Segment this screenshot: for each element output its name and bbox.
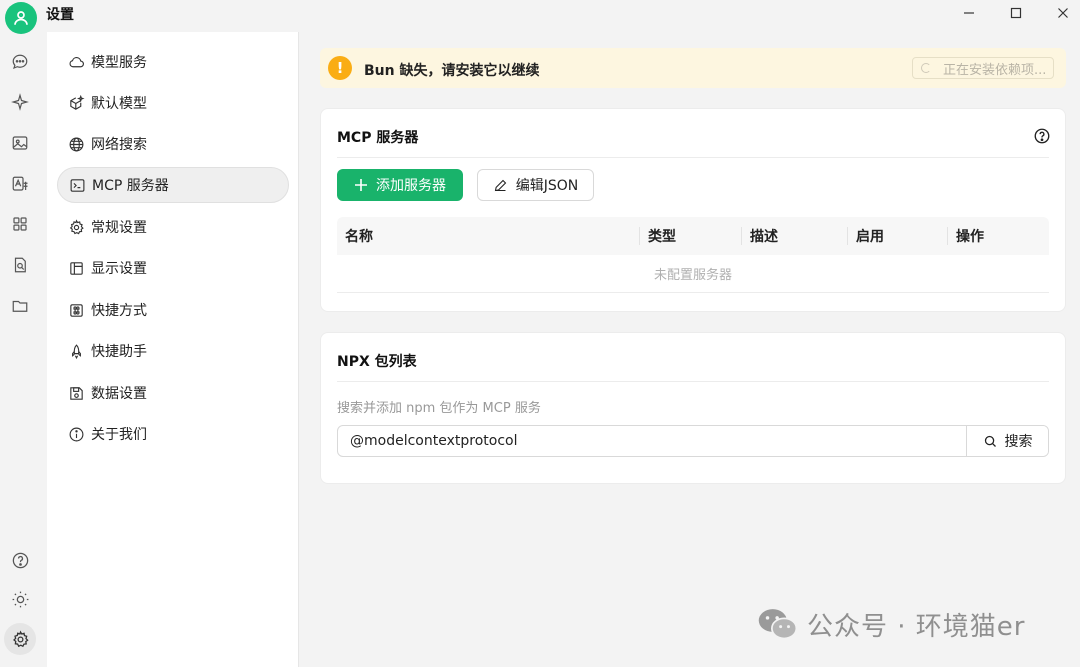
layout-icon	[67, 259, 85, 277]
servers-table-header: 名称 类型 描述 启用 操作	[337, 217, 1049, 255]
sun-icon	[11, 590, 30, 609]
minimize-button[interactable]	[946, 0, 992, 26]
user-icon	[12, 9, 30, 27]
info-icon	[67, 425, 85, 443]
nav-item-default-model[interactable]: 默认模型	[57, 85, 289, 121]
watermark: 公众号 · 环境猫er	[757, 604, 1025, 644]
search-icon	[983, 434, 998, 449]
nav-item-model-service[interactable]: 模型服务	[57, 44, 289, 80]
gear-icon	[67, 218, 85, 236]
warning-icon: !	[328, 56, 352, 80]
nav-item-quick-assistant[interactable]: 快捷助手	[57, 333, 289, 369]
globe-icon	[67, 135, 85, 153]
npx-packages-card: NPX 包列表 搜索并添加 npm 包作为 MCP 服务 搜索	[320, 332, 1066, 484]
folder-icon	[11, 297, 29, 315]
nav-item-label: 默认模型	[91, 93, 147, 113]
plus-icon	[354, 178, 368, 192]
help-icon[interactable]	[1033, 127, 1051, 145]
search-button[interactable]: 搜索	[966, 426, 1048, 456]
nav-item-about[interactable]: 关于我们	[57, 416, 289, 452]
nav-item-web-search[interactable]: 网络搜索	[57, 126, 289, 162]
settings-nav: 模型服务 默认模型 网络搜索 MCP 服务器 常规设置	[47, 32, 299, 667]
rail-chat-button[interactable]	[6, 48, 34, 76]
apps-icon	[11, 215, 29, 233]
nav-item-label: 模型服务	[91, 52, 147, 72]
app-window: 设置	[0, 0, 1080, 667]
wechat-icon	[757, 607, 799, 641]
document-search-icon	[11, 256, 29, 274]
nav-item-general-settings[interactable]: 常规设置	[57, 209, 289, 245]
npx-card-title: NPX 包列表	[337, 351, 417, 371]
nav-item-label: 关于我们	[91, 424, 147, 444]
rail-help-button[interactable]	[6, 546, 34, 574]
gear-icon	[11, 630, 30, 649]
rail-settings-button[interactable]	[4, 623, 36, 655]
chat-icon	[11, 53, 29, 71]
edit-json-button[interactable]: 编辑JSON	[477, 169, 594, 201]
watermark-text: 公众号 · 环境猫er	[807, 606, 1025, 643]
nav-item-shortcuts[interactable]: 快捷方式	[57, 292, 289, 328]
nav-item-mcp-servers[interactable]: MCP 服务器	[57, 167, 289, 203]
rail-files-button[interactable]	[6, 251, 34, 279]
terminal-icon	[68, 176, 86, 194]
rail-agents-button[interactable]	[6, 88, 34, 116]
rocket-icon	[67, 342, 85, 360]
installing-dependencies-button[interactable]: 正在安装依赖项...	[912, 57, 1054, 79]
nav-item-label: 显示设置	[91, 258, 147, 278]
icon-rail	[0, 34, 44, 667]
command-icon	[67, 301, 85, 319]
loading-spinner-icon	[921, 63, 931, 73]
nav-item-label: 快捷方式	[91, 300, 147, 320]
bun-missing-alert: ! Bun 缺失，请安装它以继续 正在安装依赖项...	[320, 48, 1066, 88]
close-icon	[1057, 7, 1069, 19]
rail-theme-button[interactable]	[6, 585, 34, 613]
column-header-type[interactable]: 类型	[640, 217, 676, 255]
avatar[interactable]	[5, 2, 37, 34]
maximize-icon	[1010, 7, 1022, 19]
rail-image-button[interactable]	[6, 129, 34, 157]
nav-item-display-settings[interactable]: 显示设置	[57, 250, 289, 286]
mcp-servers-card: MCP 服务器 添加服务器 编辑JSON 名称 类型 描述 启用	[320, 108, 1066, 312]
card-divider	[337, 157, 1049, 158]
installing-label: 正在安装依赖项...	[943, 59, 1046, 78]
add-server-label: 添加服务器	[376, 175, 446, 195]
minimize-icon	[963, 7, 975, 19]
rail-translate-button[interactable]	[6, 170, 34, 198]
window-title: 设置	[46, 4, 74, 24]
translate-icon	[11, 175, 29, 193]
nav-item-label: 快捷助手	[91, 341, 147, 361]
servers-table-empty: 未配置服务器	[337, 255, 1049, 293]
npx-description: 搜索并添加 npm 包作为 MCP 服务	[337, 397, 541, 416]
title-bar: 设置	[0, 0, 1080, 32]
nav-item-data-settings[interactable]: 数据设置	[57, 375, 289, 411]
column-header-name[interactable]: 名称	[337, 217, 373, 255]
maximize-button[interactable]	[993, 0, 1039, 26]
close-button[interactable]	[1040, 0, 1080, 26]
image-icon	[11, 134, 29, 152]
add-server-button[interactable]: 添加服务器	[337, 169, 463, 201]
save-icon	[67, 384, 85, 402]
pencil-icon	[493, 178, 508, 193]
column-header-enabled[interactable]: 启用	[848, 217, 884, 255]
nav-item-label: 数据设置	[91, 383, 147, 403]
sparkle-icon	[11, 93, 29, 111]
nav-item-label: 常规设置	[91, 217, 147, 237]
cube-sparkle-icon	[67, 94, 85, 112]
alert-message: Bun 缺失，请安装它以继续	[364, 60, 539, 80]
edit-json-label: 编辑JSON	[516, 175, 579, 195]
main-content: ! Bun 缺失，请安装它以继续 正在安装依赖项... MCP 服务器 添加服务…	[300, 32, 1080, 667]
help-icon	[11, 551, 30, 570]
nav-item-label: MCP 服务器	[92, 175, 169, 195]
cloud-icon	[67, 53, 85, 71]
npm-search-box: 搜索	[337, 425, 1049, 457]
column-header-description[interactable]: 描述	[742, 217, 778, 255]
mcp-card-title: MCP 服务器	[337, 127, 418, 147]
nav-item-label: 网络搜索	[91, 134, 147, 154]
search-button-label: 搜索	[1005, 431, 1033, 451]
rail-folder-button[interactable]	[6, 292, 34, 320]
card-divider	[337, 381, 1049, 382]
rail-apps-button[interactable]	[6, 210, 34, 238]
npm-search-input[interactable]	[338, 426, 968, 456]
column-header-actions[interactable]: 操作	[948, 217, 984, 255]
